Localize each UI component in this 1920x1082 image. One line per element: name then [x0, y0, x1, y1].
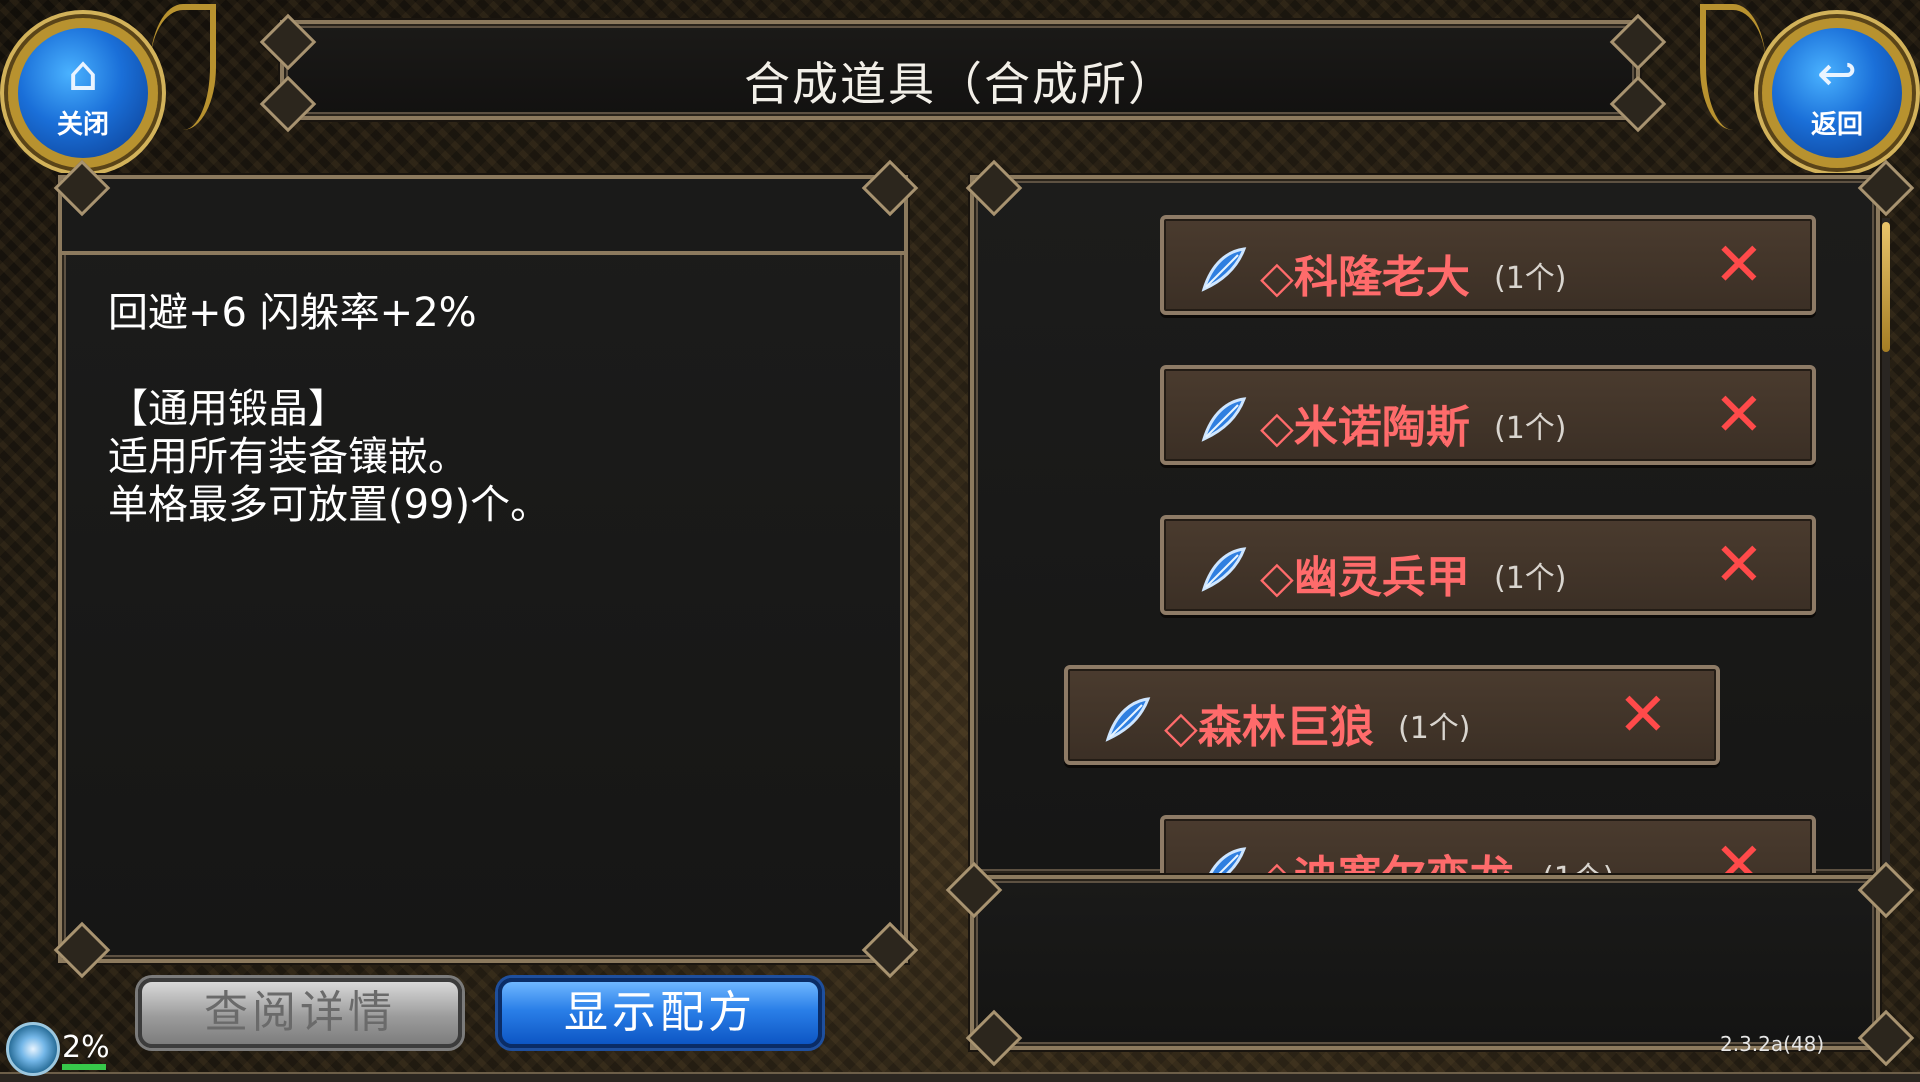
remove-x-icon[interactable]: ✕: [1618, 685, 1668, 745]
orb-icon: [6, 1022, 60, 1076]
list-item[interactable]: ◇科隆老大 (1个) ✕: [1160, 215, 1816, 315]
item-count: (1个): [1494, 561, 1567, 596]
feather-icon: [1201, 247, 1247, 292]
version-label: 2.3.2a(48): [1720, 1032, 1825, 1056]
page-title: 合成道具（合成所）: [744, 57, 1176, 111]
item-count: (1个): [1494, 411, 1567, 446]
item-stats: 回避+6 闪躲率+2%: [108, 290, 477, 336]
feather-icon: [1201, 397, 1247, 442]
remove-x-icon[interactable]: ✕: [1714, 385, 1764, 445]
recipe-info-panel: [970, 875, 1880, 1050]
feather-icon: [1105, 697, 1151, 742]
remove-x-icon[interactable]: ✕: [1714, 535, 1764, 595]
list-scrollbar-thumb[interactable]: [1882, 222, 1890, 352]
progress-bar: [62, 1064, 106, 1070]
show-recipe-button[interactable]: 显示配方: [498, 978, 822, 1048]
progress-percent: 2%: [62, 1030, 110, 1065]
feather-icon: [1201, 547, 1247, 592]
item-name: ◇米诺陶斯: [1260, 402, 1470, 453]
close-button-label: 关闭: [56, 110, 109, 140]
home-icon: ⌂: [67, 46, 99, 102]
view-details-button[interactable]: 查阅详情: [138, 978, 462, 1048]
list-item[interactable]: ◇幽灵兵甲 (1个) ✕: [1160, 515, 1816, 615]
list-item[interactable]: ◇迪塞尔恋龙 (1个) ✕: [1160, 815, 1816, 873]
description-header-strip: [62, 179, 904, 255]
item-name: ◇迪塞尔恋龙: [1260, 841, 1514, 873]
list-item[interactable]: ◇米诺陶斯 (1个) ✕: [1160, 365, 1816, 465]
title-bar: 合成道具（合成所）: [280, 20, 1640, 120]
item-description: 回避+6 闪躲率+2% 【通用锻晶】 适用所有装备镶嵌。 单格最多可放置(99)…: [108, 289, 550, 529]
feather-icon: [1209, 847, 1247, 873]
close-button[interactable]: ⌂ 关闭: [8, 18, 158, 168]
item-name: ◇森林巨狼: [1164, 702, 1374, 753]
remove-x-icon[interactable]: ✕: [1714, 235, 1764, 295]
list-item[interactable]: ◇森林巨狼 (1个) ✕: [1064, 665, 1720, 765]
item-description-line: 单格最多可放置(99)个。: [108, 482, 551, 528]
back-button-label: 返回: [1810, 110, 1863, 140]
item-description-line: 适用所有装备镶嵌。: [108, 434, 468, 480]
return-arrow-icon: ↩: [1816, 46, 1858, 102]
remove-x-icon[interactable]: ✕: [1714, 835, 1764, 873]
bottom-status-line: [0, 1072, 1920, 1082]
item-description-panel: 回避+6 闪躲率+2% 【通用锻晶】 适用所有装备镶嵌。 单格最多可放置(99)…: [58, 175, 908, 963]
item-category: 【通用锻晶】: [108, 386, 348, 432]
material-list-panel[interactable]: ◇科隆老大 (1个) ✕ ◇米诺陶斯 (1个) ✕ ◇幽灵兵甲 (1个) ✕ ◇…: [970, 175, 1880, 877]
gold-ornament: [1700, 4, 1766, 130]
item-count: (1个): [1542, 853, 1615, 873]
item-name: ◇幽灵兵甲: [1260, 552, 1470, 603]
item-count: (1个): [1398, 711, 1471, 746]
back-button[interactable]: ↩ 返回: [1762, 18, 1912, 168]
gold-ornament: [150, 4, 216, 130]
item-count: (1个): [1494, 261, 1567, 296]
item-name: ◇科隆老大: [1260, 252, 1470, 303]
